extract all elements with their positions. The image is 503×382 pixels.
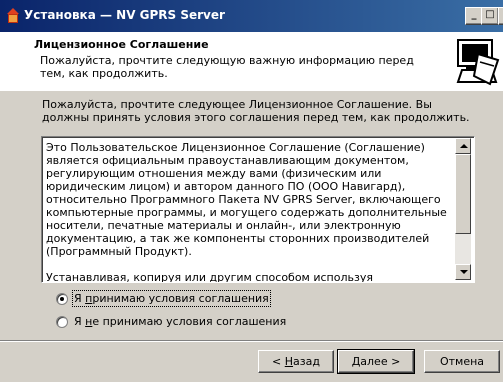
radio-selected-dot — [60, 296, 64, 301]
arrow-up-icon — [460, 144, 468, 148]
header-divider — [0, 90, 503, 91]
page-title: Лицензионное Соглашение — [34, 38, 209, 51]
maximize-button[interactable]: □ — [481, 7, 499, 25]
cancel-button[interactable]: Отмена — [424, 350, 500, 373]
monitor-box-setup-icon — [454, 36, 500, 86]
intro-text: Пожалуйста, прочтите следующее Лицензион… — [42, 98, 470, 124]
license-scrollbar[interactable] — [455, 138, 471, 280]
setup-window: Установка — NV GPRS Server _ □ × Лицензи… — [0, 0, 503, 382]
license-text: Это Пользовательское Лицензионное Соглаш… — [46, 141, 451, 283]
setup-app-icon — [7, 8, 19, 23]
close-button[interactable]: × — [498, 7, 503, 25]
scroll-up-button[interactable] — [455, 138, 471, 154]
license-paragraph: Устанавливая, копируя или другим способо… — [46, 271, 373, 283]
scroll-thumb[interactable] — [455, 154, 471, 234]
arrow-down-icon — [460, 270, 468, 274]
accept-label[interactable]: Я принимаю условия соглашения — [72, 290, 271, 307]
wizard-header: Лицензионное Соглашение Пожалуйста, проч… — [0, 32, 503, 91]
scroll-down-button[interactable] — [455, 264, 471, 280]
next-button[interactable]: Далее > — [337, 349, 415, 374]
back-button[interactable]: < Назад — [258, 350, 334, 373]
decline-label[interactable]: Я не принимаю условия соглашения — [74, 315, 286, 328]
decline-option[interactable]: Я не принимаю условия соглашения — [56, 315, 286, 328]
license-paragraph: Это Пользовательское Лицензионное Соглаш… — [46, 141, 447, 258]
window-title: Установка — NV GPRS Server — [24, 8, 225, 22]
accept-radio[interactable] — [56, 292, 68, 305]
footer-divider — [0, 340, 503, 342]
accept-option[interactable]: Я принимаю условия соглашения — [56, 290, 271, 307]
title-bar[interactable]: Установка — NV GPRS Server _ □ × — [0, 0, 503, 32]
decline-radio[interactable] — [56, 315, 68, 328]
page-description: Пожалуйста, прочтите следующую важную ин… — [40, 54, 414, 80]
license-textbox[interactable]: Это Пользовательское Лицензионное Соглаш… — [41, 136, 475, 283]
